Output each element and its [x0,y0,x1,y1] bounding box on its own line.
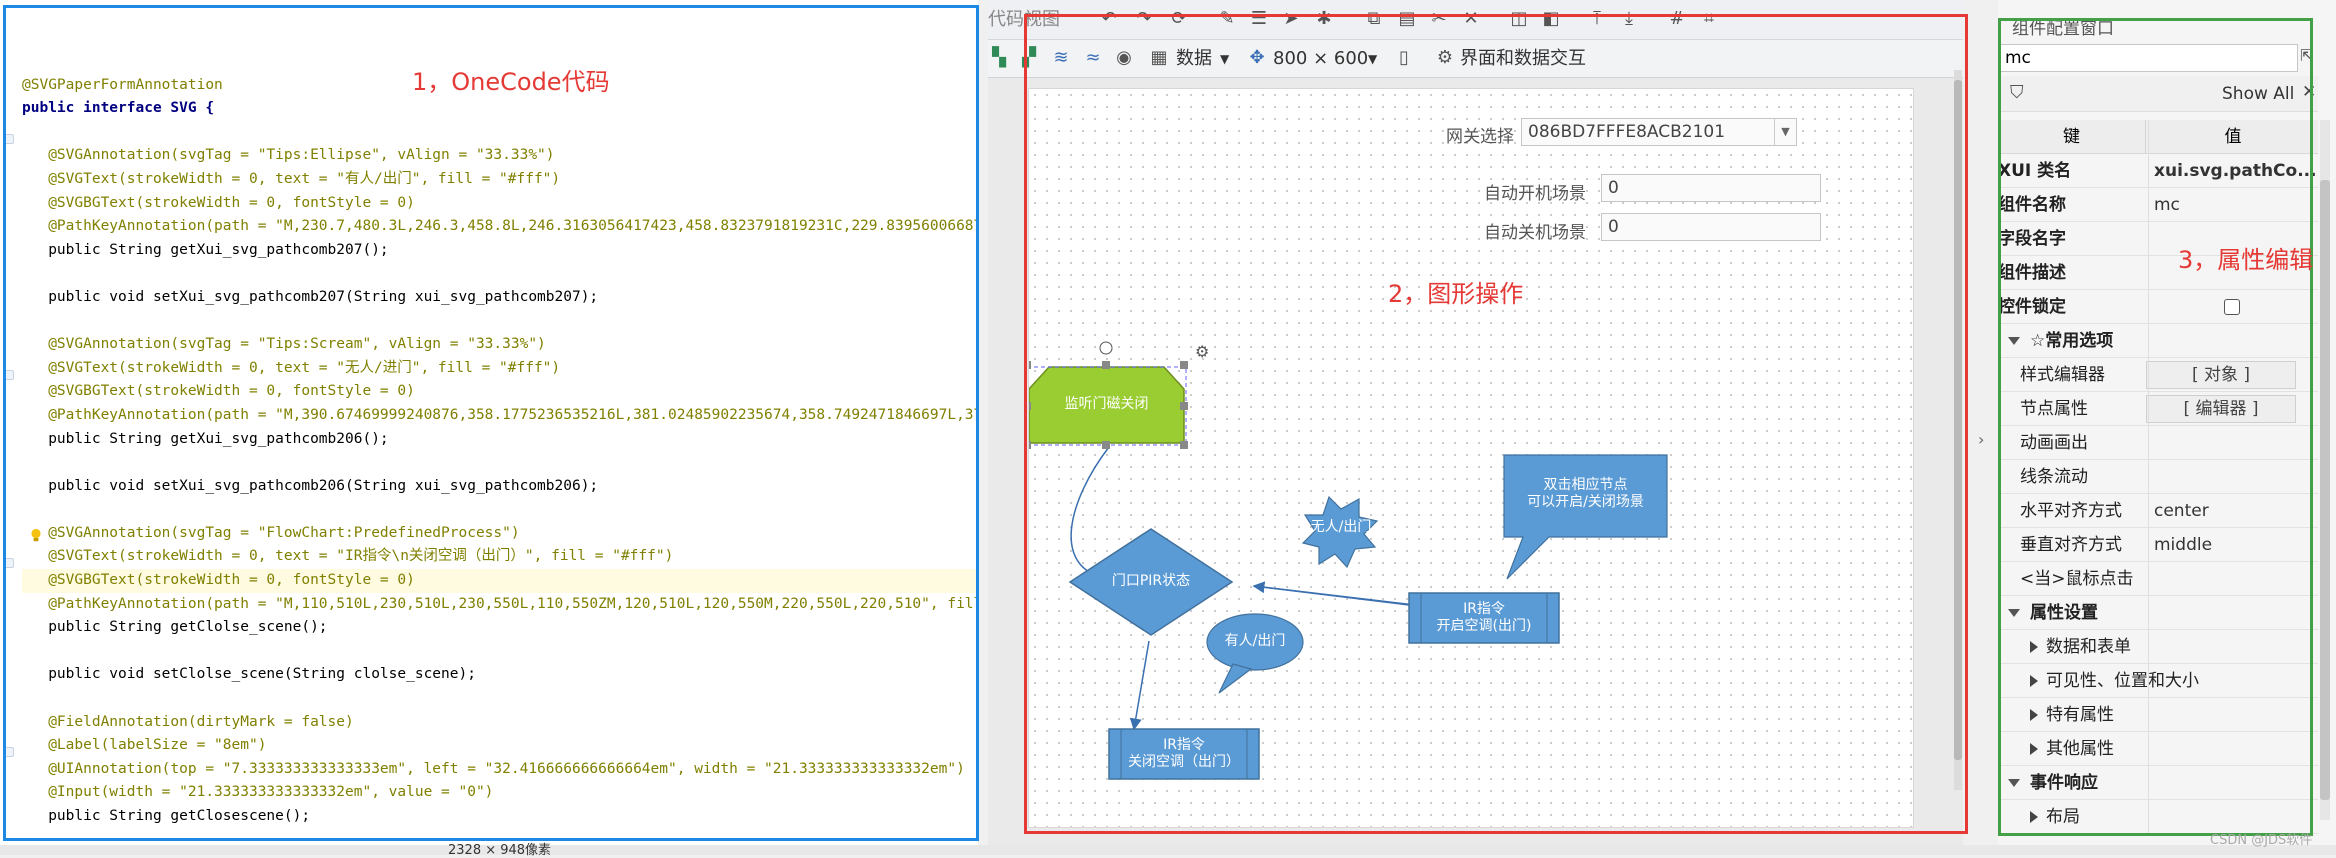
collapse-arrow-icon[interactable]: › [1978,430,1984,449]
props-scrollbar-thumb[interactable] [2320,180,2330,800]
designer-section-frame [1024,14,1968,834]
status-bar: 2328 × 948像素 [0,843,2336,858]
image-size-text: 2328 × 948像素 [448,843,552,858]
code-section-label: 1，OneCode代码 [412,68,610,96]
props-scrollbar-track [2320,120,2330,820]
props-section-label: 3，属性编辑 [2178,246,2314,274]
props-section-frame [1998,18,2313,836]
designer-section-label: 2，图形操作 [1388,280,1524,308]
code-section-frame [3,5,979,841]
layout-icon[interactable]: ▚ [988,47,1010,69]
watermark-text: CSDN @JDS软件 [2210,833,2313,848]
